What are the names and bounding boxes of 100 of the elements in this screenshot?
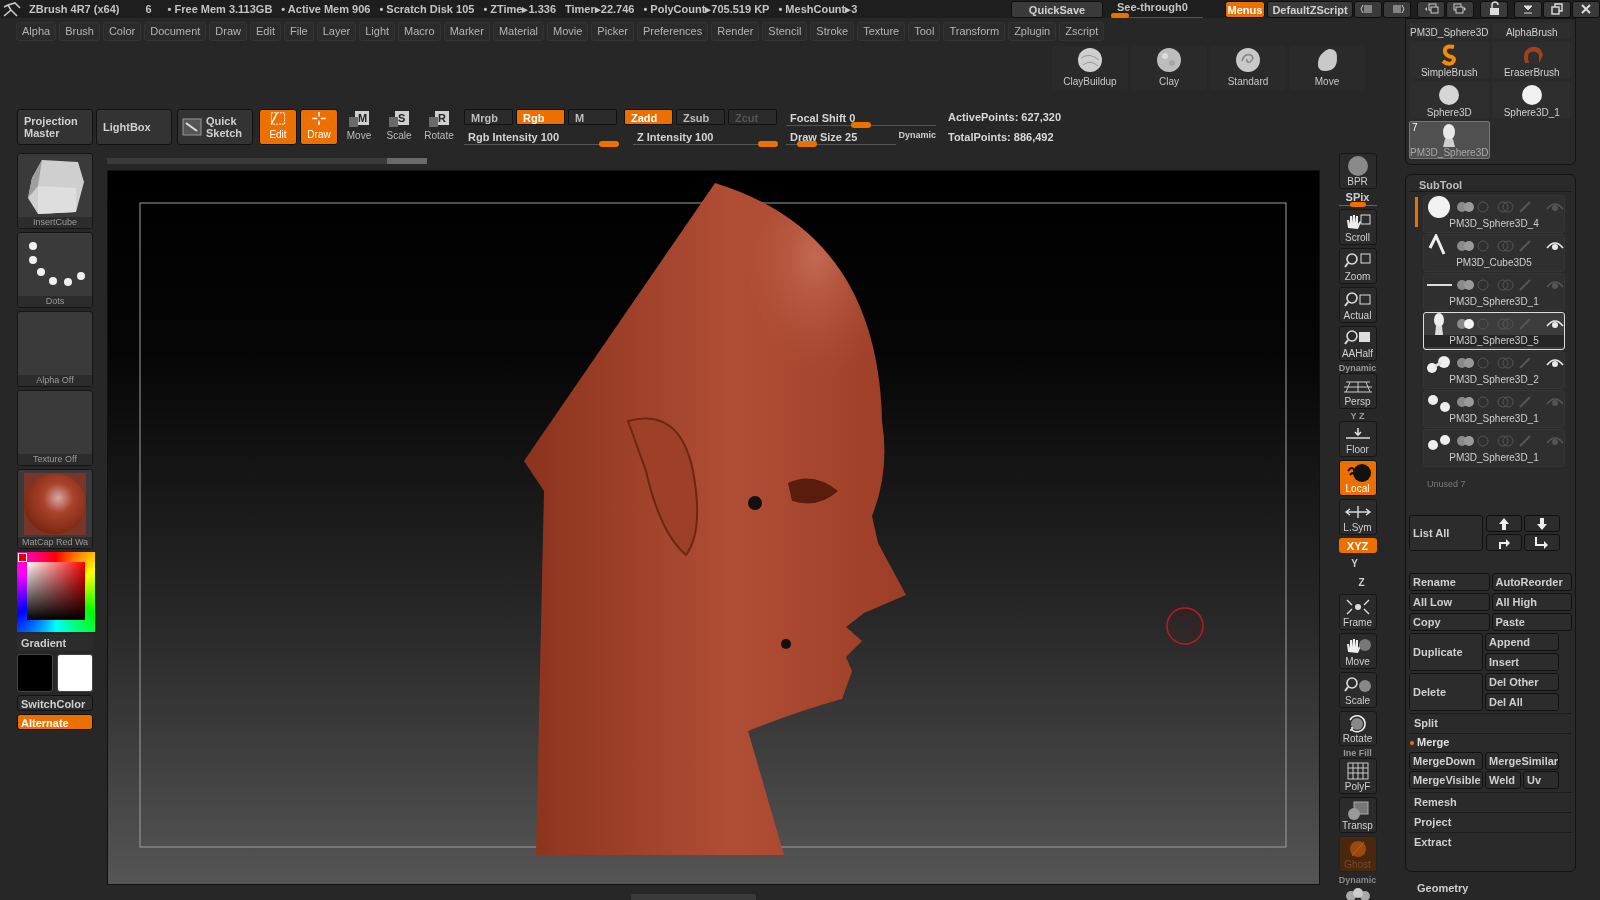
color-swatch[interactable]	[17, 654, 53, 692]
intensity-slider[interactable]: Z Intensity 100	[633, 129, 778, 145]
color-picker[interactable]	[17, 552, 95, 632]
restore-button[interactable]	[1543, 0, 1571, 18]
merge-action-button[interactable]: MergeSimilar	[1485, 752, 1559, 770]
channel-toggle[interactable]: Zsub	[676, 109, 725, 125]
move-arrow-down-button[interactable]	[1524, 515, 1560, 532]
move-bent-arrow-button[interactable]	[1486, 534, 1522, 551]
symmetry-button[interactable]: L.Sym	[1338, 499, 1377, 535]
subtool-action-button[interactable]: Copy	[1409, 613, 1490, 631]
scroll-track[interactable]	[107, 158, 427, 164]
menu-item[interactable]: Zscript	[1059, 21, 1105, 41]
subtool-action-button[interactable]: Rename	[1409, 573, 1490, 591]
intensity-slider[interactable]: Rgb Intensity 100	[464, 129, 619, 145]
perspective-button[interactable]: Persp	[1338, 373, 1377, 410]
menu-item[interactable]: Stroke	[810, 21, 855, 41]
subtool-action-button[interactable]: All High	[1491, 593, 1572, 611]
close-button[interactable]	[1572, 0, 1600, 18]
subtool-action-button[interactable]: All Low	[1409, 593, 1490, 611]
tool-thumbnail[interactable]: 7 PM3D_Sphere3D	[1409, 121, 1490, 159]
subtool-action-button[interactable]: Del All	[1485, 693, 1559, 711]
subtool-item[interactable]: PM3D_Sphere3D_2	[1423, 351, 1565, 389]
subtool-action-button[interactable]: Duplicate	[1409, 633, 1483, 671]
spix-slider[interactable]: SPix	[1337, 191, 1378, 206]
menu-item[interactable]: Brush	[59, 21, 100, 41]
channel-toggle[interactable]: M	[568, 109, 617, 125]
minimize-button[interactable]	[1514, 0, 1542, 18]
window-stack-button[interactable]	[1417, 0, 1445, 18]
subtool-action-button[interactable]: Insert	[1485, 653, 1559, 671]
menu-item[interactable]: Document	[144, 21, 207, 41]
merge-action-button[interactable]: MergeDown	[1409, 752, 1483, 770]
quick-sketch-button[interactable]: Quick Sketch	[177, 109, 253, 145]
tool-thumbnail[interactable]: Sphere3D_1	[1491, 81, 1572, 119]
transform-tool-button[interactable]: M Move	[340, 109, 378, 145]
floor-button[interactable]: Floor	[1338, 421, 1377, 458]
move-button[interactable]: Move	[1338, 632, 1377, 669]
scroll-button[interactable]: Scroll	[1338, 208, 1377, 245]
scroll-right-button[interactable]	[1383, 0, 1411, 18]
menu-item[interactable]: Zplugin	[1008, 21, 1057, 41]
render-button[interactable]: BPR	[1338, 153, 1377, 189]
menu-item[interactable]: Macro	[398, 21, 441, 41]
gradient-button[interactable]: Gradient	[17, 635, 93, 651]
menu-item[interactable]: Marker	[443, 21, 490, 41]
subtool-action-button[interactable]: AutoReorder	[1491, 573, 1572, 591]
zoom-button[interactable]: Zoom	[1338, 247, 1377, 284]
transform-tool-button[interactable]: R Rotate	[420, 109, 458, 145]
list-scrollbar[interactable]	[1415, 197, 1418, 227]
palette-header[interactable]: Geometry	[1405, 880, 1576, 897]
eye-icon[interactable]	[1546, 357, 1564, 369]
section-header[interactable]: Project	[1409, 812, 1572, 832]
tool-thumbnail[interactable]: SimpleBrush	[1409, 41, 1490, 79]
texture-tile[interactable]: Texture Off	[17, 390, 93, 466]
lock-button[interactable]	[1480, 0, 1508, 18]
projection-master-button[interactable]: Projection Master	[17, 109, 93, 145]
menu-item[interactable]: Color	[102, 21, 142, 41]
y-rotate-button[interactable]: Y	[1338, 556, 1377, 572]
alpha-tile[interactable]: Alpha Off	[17, 311, 93, 387]
menu-item[interactable]: Alpha	[16, 21, 57, 41]
list-all-button[interactable]: List All	[1409, 515, 1483, 551]
material-tile[interactable]: MatCap Red Wa	[17, 469, 93, 549]
lightbox-button[interactable]: LightBox	[96, 109, 172, 145]
move-arrow-up-button[interactable]	[1486, 515, 1522, 532]
menu-item[interactable]: Render	[711, 21, 760, 41]
color-selector[interactable]	[18, 553, 27, 562]
subtool-item[interactable]: PM3D_Sphere3D_1	[1423, 273, 1565, 311]
menu-item[interactable]: Layer	[316, 21, 357, 41]
scroll-left-button[interactable]	[1354, 0, 1382, 18]
brush-tile[interactable]: Dots	[17, 232, 93, 308]
subtool-action-button[interactable]: Append	[1485, 633, 1559, 651]
menu-item[interactable]: Picker	[591, 21, 634, 41]
menu-item[interactable]: Stencil	[762, 21, 808, 41]
menu-item[interactable]: Tool	[908, 21, 941, 41]
subtool-item[interactable]: PM3D_Sphere3D_1	[1423, 429, 1565, 467]
menu-item[interactable]: File	[283, 21, 314, 41]
transparency-button[interactable]: Transp	[1338, 797, 1377, 834]
subtool-action-button[interactable]: Del Other	[1485, 673, 1559, 691]
subtool-action-button[interactable]: Paste	[1491, 613, 1572, 631]
quicksave-button[interactable]: QuickSave	[1011, 0, 1103, 18]
merge-action-button[interactable]: Uv	[1523, 771, 1559, 789]
window-stack-button[interactable]	[1446, 0, 1474, 18]
merge-action-button[interactable]: Weld	[1485, 771, 1521, 789]
see-through-slider[interactable]: See-through0	[1109, 0, 1205, 18]
subtool-item[interactable]: PM3D_Cube3D5	[1423, 234, 1565, 272]
menu-item[interactable]: Material	[492, 21, 544, 41]
section-header[interactable]: Remesh	[1409, 792, 1572, 812]
menu-item[interactable]: Preferences	[636, 21, 709, 41]
tool-thumbnail[interactable]: PM3D_Sphere3D	[1409, 22, 1490, 39]
switch-color-button[interactable]: SwitchColor	[17, 695, 93, 711]
color-swatch[interactable]	[57, 654, 93, 692]
subtool-item[interactable]: PM3D_Sphere3D_4	[1423, 195, 1565, 233]
subtool-item[interactable]: PM3D_Sphere3D_5	[1423, 312, 1565, 350]
section-header[interactable]: Merge	[1417, 734, 1450, 751]
actual-size-button[interactable]: Actual	[1338, 286, 1377, 323]
menu-item[interactable]: Edit	[250, 21, 281, 41]
dynamic-toggle[interactable]: Dynamic	[896, 129, 936, 143]
eye-icon[interactable]	[1546, 240, 1564, 252]
menu-item[interactable]: Draw	[209, 21, 247, 41]
move-bent-arrow-button[interactable]	[1524, 534, 1560, 551]
merge-action-button[interactable]: MergeVisible	[1409, 771, 1483, 789]
channel-toggle[interactable]: Mrgb	[464, 109, 513, 125]
